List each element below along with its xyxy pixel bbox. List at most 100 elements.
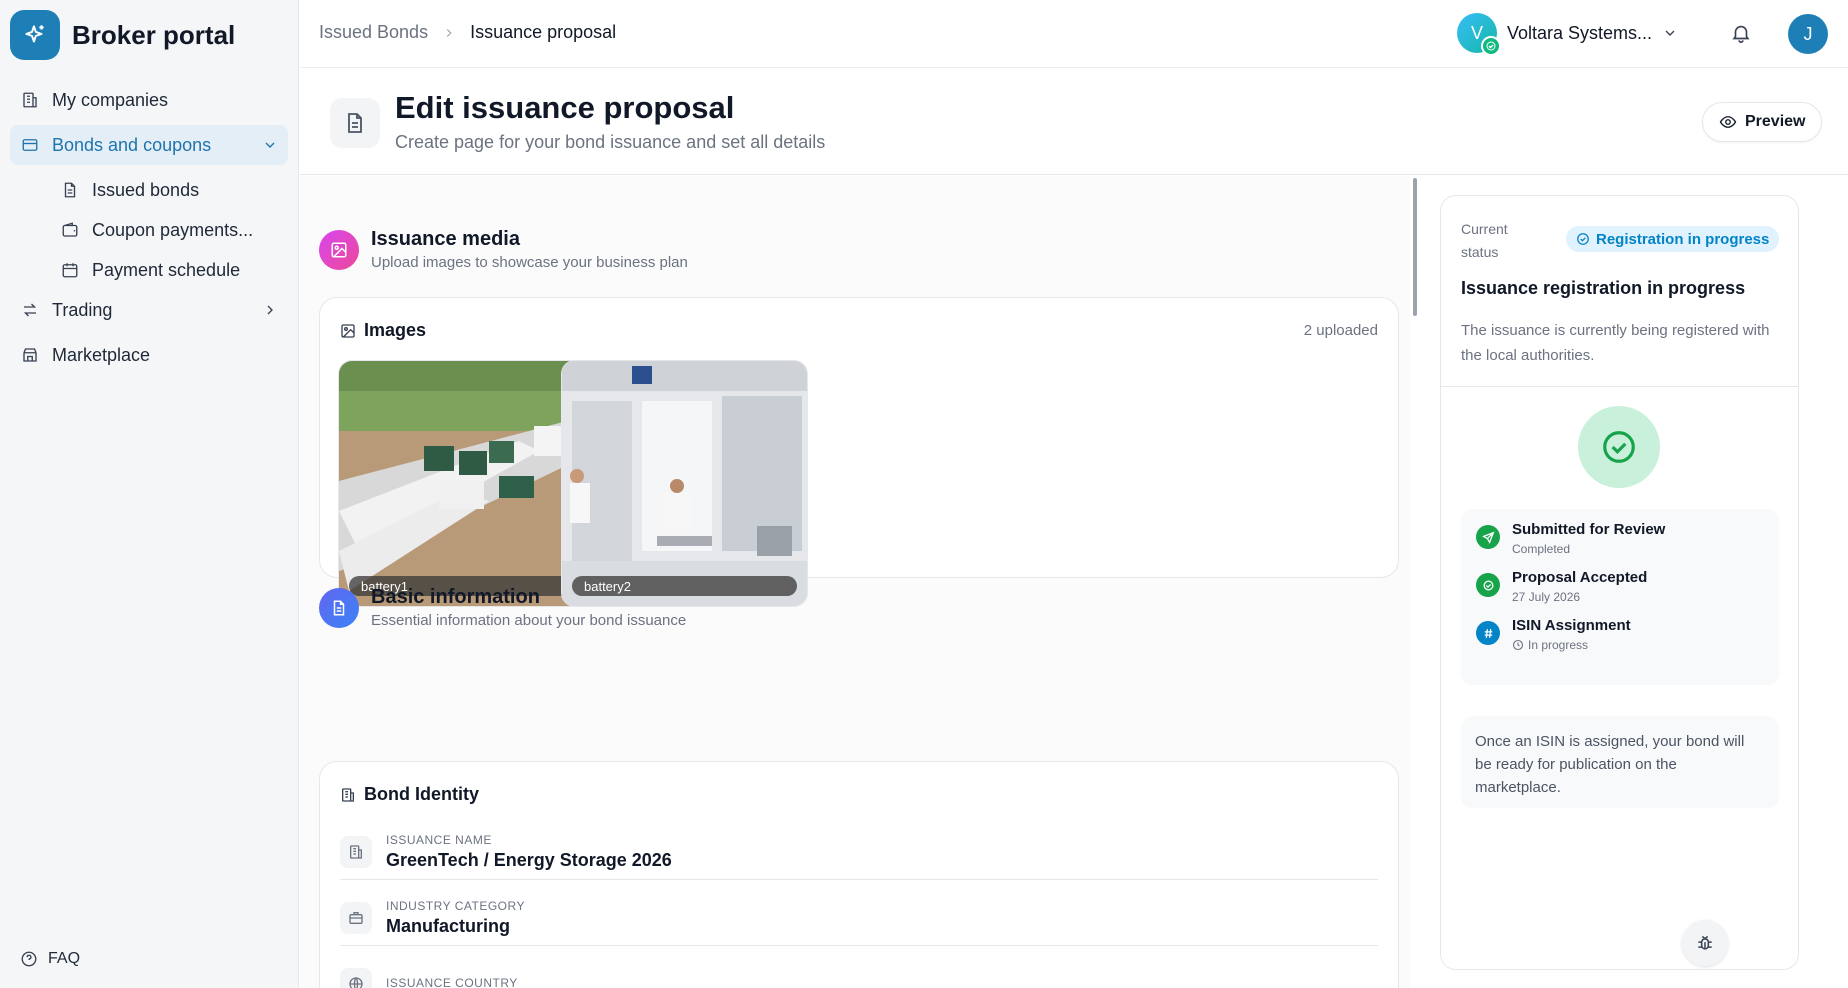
send-icon [1476, 525, 1500, 549]
building-icon [340, 835, 372, 868]
briefcase-icon [340, 901, 372, 934]
check-circle-icon [1576, 232, 1590, 246]
verified-check-icon [1481, 36, 1501, 56]
step-submitted: Submitted for Review Completed [1476, 521, 1665, 556]
image-icon [319, 229, 359, 270]
file-text-icon [330, 98, 380, 148]
brand[interactable]: Broker portal [10, 10, 235, 60]
arrows-exchange-icon [20, 300, 40, 320]
step-meta-text: 27 July 2026 [1512, 590, 1581, 604]
bell-icon[interactable] [1730, 22, 1752, 44]
breadcrumb-issued-bonds[interactable]: Issued Bonds [319, 22, 428, 43]
field-issuance-name[interactable]: ISSUANCE NAME GreenTech / Energy Storage… [340, 824, 1378, 880]
field-label: ISSUANCE NAME [386, 832, 492, 847]
sidebar-item-label: Issued bonds [92, 179, 200, 200]
step-title: Proposal Accepted [1512, 569, 1648, 586]
step-title: ISIN Assignment [1512, 617, 1631, 634]
company-name: Voltara Systems... [1507, 22, 1653, 43]
image-thumbnail-battery1[interactable]: battery1 [338, 360, 585, 607]
breadcrumb-current: Issuance proposal [470, 22, 617, 42]
step-isin-assignment: ISIN Assignment In progress [1476, 617, 1631, 652]
sidebar-item-payment-schedule[interactable]: Payment schedule [50, 250, 288, 290]
step-meta-text: Completed [1512, 542, 1571, 556]
sidebar-item-coupon-payments[interactable]: Coupon payments... [50, 210, 288, 250]
status-title: Issuance registration in progress [1461, 278, 1746, 298]
field-value: Manufacturing [386, 915, 510, 936]
section-subtitle: Upload images to showcase your business … [371, 254, 688, 271]
sidebar-item-label: Coupon payments... [92, 219, 254, 240]
chevron-right-icon[interactable] [262, 302, 278, 318]
upload-count: 2 uploaded [1303, 322, 1378, 339]
section-issuance-media: Issuance media Upload images to showcase… [319, 228, 688, 271]
page-subtitle: Create page for your bond issuance and s… [395, 132, 826, 152]
user-avatar[interactable]: J [1788, 14, 1828, 54]
bond-identity-title: Bond Identity [340, 784, 479, 805]
brand-name: Broker portal [72, 19, 236, 50]
bond-identity-label: Bond Identity [364, 784, 479, 804]
field-industry-category[interactable]: INDUSTRY CATEGORY Manufacturing [340, 890, 1378, 946]
globe-icon [340, 968, 372, 988]
bug-report-button[interactable] [1682, 920, 1728, 966]
building-icon [340, 787, 356, 803]
status-badge: Registration in progress [1566, 226, 1780, 252]
check-circle-icon [1476, 573, 1500, 597]
status-panel: Current status Registration in progress … [1440, 195, 1799, 970]
sidebar-item-label: Payment schedule [92, 259, 241, 280]
images-card: Images 2 uploaded battery1 battery2 [319, 297, 1399, 607]
sidebar-item-my-companies[interactable]: My companies [10, 80, 288, 120]
sidebar-subnav: Issued bonds Coupon payments... Payment … [50, 170, 288, 290]
images-title-label: Images [364, 320, 427, 340]
bug-icon [1695, 933, 1715, 953]
calendar-icon [60, 260, 80, 280]
chevron-down-icon [1662, 25, 1678, 41]
sidebar-item-label: Bonds and coupons [52, 134, 212, 155]
faq-label: FAQ [48, 950, 81, 967]
sidebar-item-trading[interactable]: Trading [10, 290, 288, 330]
field-label: INDUSTRY CATEGORY [386, 898, 525, 913]
company-switcher[interactable]: V Voltara Systems... [1457, 13, 1678, 56]
breadcrumb: Issued Bonds Issuance proposal [319, 22, 616, 43]
divider [1441, 386, 1798, 387]
step-accepted: Proposal Accepted 27 July 2026 [1476, 569, 1647, 604]
faq-link[interactable]: FAQ [20, 950, 80, 968]
sidebar-item-label: Marketplace [52, 344, 151, 365]
step-meta: In progress [1512, 638, 1631, 652]
sidebar-item-issued-bonds[interactable]: Issued bonds [50, 170, 288, 210]
file-text-icon [60, 180, 80, 200]
preview-button[interactable]: Preview [1702, 102, 1823, 142]
page-header: Edit issuance proposal Create page for y… [300, 68, 1848, 175]
company-avatar: V [1457, 13, 1501, 56]
sparkle-logo-icon [10, 10, 60, 60]
section-subtitle: Essential information about your bond is… [371, 612, 687, 629]
wallet-icon [60, 220, 80, 240]
step-title: Submitted for Review [1512, 521, 1666, 538]
current-status-label: Current status [1461, 221, 1508, 260]
bond-identity-card: Bond Identity ISSUANCE NAME GreenTech / … [319, 761, 1399, 988]
image-thumbnail-battery2[interactable]: battery2 [561, 360, 808, 607]
field-issuance-country[interactable]: ISSUANCE COUNTRY [340, 956, 1378, 988]
status-description: The issuance is currently being register… [1461, 322, 1770, 364]
file-text-icon [319, 587, 359, 628]
sidebar-item-marketplace[interactable]: Marketplace [10, 335, 288, 375]
topbar: Issued Bonds Issuance proposal V Voltara… [300, 0, 1848, 68]
image-icon [340, 323, 356, 339]
section-basic-information: Basic information Essential information … [319, 586, 686, 629]
sidebar-item-label: My companies [52, 89, 169, 110]
hash-icon [1476, 621, 1500, 645]
section-title: Basic information [371, 586, 540, 608]
field-value: GreenTech / Energy Storage 2026 [386, 849, 672, 870]
status-badge-label: Registration in progress [1596, 230, 1770, 248]
main-scrollbar[interactable] [1413, 178, 1417, 316]
field-label: ISSUANCE COUNTRY [386, 975, 518, 988]
step-meta-text: In progress [1528, 638, 1589, 652]
sidebar-item-bonds-and-coupons[interactable]: Bonds and coupons [10, 125, 288, 165]
sidebar-item-label: Trading [52, 299, 113, 320]
credit-card-icon [20, 135, 40, 155]
main-content[interactable]: Issuance media Upload images to showcase… [300, 176, 1410, 988]
chevron-right-icon [442, 26, 456, 40]
check-circle-icon [1578, 406, 1660, 488]
chevron-down-icon[interactable] [262, 137, 278, 153]
building-icon [20, 90, 40, 110]
step-meta: 27 July 2026 [1512, 590, 1647, 604]
section-title: Issuance media [371, 228, 520, 250]
